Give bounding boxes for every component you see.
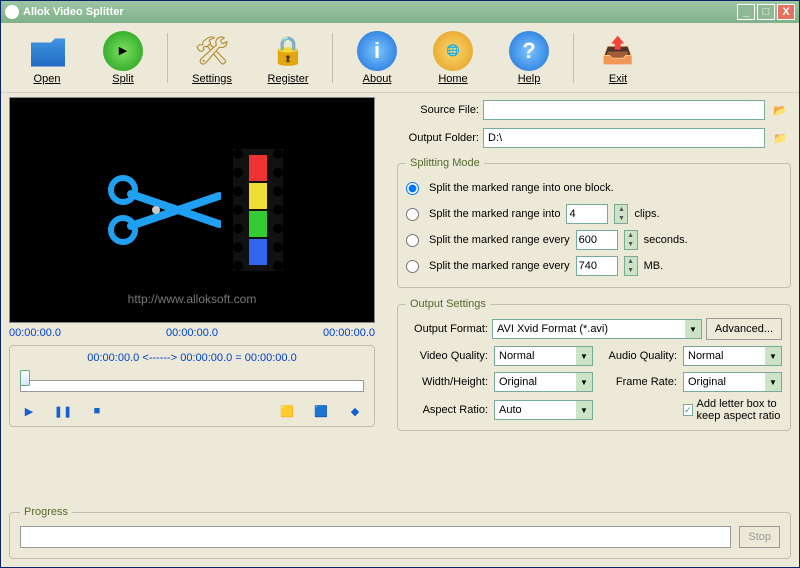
- maximize-button[interactable]: □: [757, 4, 775, 20]
- video-quality-label: Video Quality:: [406, 350, 488, 362]
- letterbox-checkbox[interactable]: ✓: [683, 404, 693, 416]
- window-title: Allok Video Splitter: [23, 6, 124, 18]
- width-height-select[interactable]: Original▼: [494, 372, 593, 392]
- progress-legend: Progress: [20, 506, 72, 518]
- seconds-spinner[interactable]: ▲▼: [624, 230, 638, 250]
- advanced-button[interactable]: Advanced...: [706, 318, 782, 340]
- mark-end-button[interactable]: 🟦: [312, 402, 330, 420]
- app-icon: ✦: [5, 5, 19, 19]
- register-button[interactable]: 🔒 Register: [250, 31, 326, 85]
- chevron-down-icon: ▼: [576, 401, 592, 419]
- output-settings-legend: Output Settings: [406, 298, 490, 310]
- info-icon: i: [357, 31, 397, 71]
- video-preview: http://www.alloksoft.com: [9, 97, 375, 323]
- chevron-down-icon: ▼: [576, 347, 592, 365]
- titlebar: ✦ Allok Video Splitter _ □ X: [1, 1, 799, 23]
- open-button[interactable]: Open: [9, 31, 85, 85]
- range-text: 00:00:00.0 <------> 00:00:00.0 = 00:00:0…: [20, 352, 364, 364]
- audio-quality-label: Audio Quality:: [599, 350, 677, 362]
- splitting-mode-group: Splitting Mode Split the marked range in…: [397, 157, 791, 288]
- goto-button[interactable]: ◆: [346, 402, 364, 420]
- splitting-legend: Splitting Mode: [406, 157, 484, 169]
- stop-progress-button[interactable]: Stop: [739, 526, 780, 548]
- output-settings-group: Output Settings Output Format: AVI Xvid …: [397, 298, 791, 431]
- output-folder-input[interactable]: [483, 128, 765, 148]
- chevron-down-icon: ▼: [576, 373, 592, 391]
- progress-group: Progress Stop: [9, 506, 791, 559]
- film-strip-icon: [233, 149, 283, 271]
- slider-thumb[interactable]: [20, 370, 30, 386]
- time-start: 00:00:00.0: [9, 327, 61, 339]
- frame-rate-select[interactable]: Original▼: [683, 372, 782, 392]
- close-button[interactable]: X: [777, 4, 795, 20]
- mb-spinner[interactable]: ▲▼: [624, 256, 638, 276]
- mark-start-button[interactable]: 🟨: [278, 402, 296, 420]
- letterbox-label: Add letter box to keep aspect ratio: [697, 398, 782, 422]
- left-panel: http://www.alloksoft.com 00:00:00.0 00:0…: [9, 97, 389, 502]
- help-icon: ?: [509, 31, 549, 71]
- seconds-input[interactable]: [576, 230, 618, 250]
- source-file-input[interactable]: [483, 100, 765, 120]
- split-seconds-radio[interactable]: [406, 234, 419, 247]
- globe-icon: 🌐: [433, 31, 473, 71]
- progress-bar: [20, 526, 731, 548]
- video-quality-select[interactable]: Normal▼: [494, 346, 593, 366]
- split-one-block-radio[interactable]: [406, 182, 419, 195]
- about-button[interactable]: i About: [339, 31, 415, 85]
- chevron-down-icon: ▼: [685, 320, 701, 338]
- split-mb-radio[interactable]: [406, 260, 419, 273]
- browse-output-button[interactable]: 📁: [769, 128, 791, 148]
- output-format-label: Output Format:: [406, 323, 488, 335]
- scissors-icon: [101, 160, 221, 260]
- play-button[interactable]: ▶: [20, 402, 38, 420]
- minimize-button[interactable]: _: [737, 4, 755, 20]
- stop-button[interactable]: ■: [88, 402, 106, 420]
- pause-button[interactable]: ❚❚: [54, 402, 72, 420]
- clips-count-input[interactable]: [566, 204, 608, 224]
- watermark-text: http://www.alloksoft.com: [128, 292, 257, 306]
- toolbar: Open ▶ Split 🛠 Settings 🔒 Register i Abo…: [1, 23, 799, 93]
- tools-icon: 🛠: [192, 31, 232, 71]
- split-one-block-label: Split the marked range into one block.: [429, 182, 614, 194]
- range-slider[interactable]: [20, 370, 364, 394]
- exit-icon: 📤: [598, 31, 638, 71]
- browse-source-button[interactable]: 📂: [769, 100, 791, 120]
- aspect-ratio-select[interactable]: Auto▼: [494, 400, 593, 420]
- chevron-down-icon: ▼: [765, 347, 781, 365]
- settings-button[interactable]: 🛠 Settings: [174, 31, 250, 85]
- source-file-label: Source File:: [397, 104, 479, 116]
- split-button[interactable]: ▶ Split: [85, 31, 161, 85]
- lock-icon: 🔒: [268, 31, 308, 71]
- app-window: ✦ Allok Video Splitter _ □ X Open ▶ Spli…: [0, 0, 800, 568]
- play-split-icon: ▶: [103, 31, 143, 71]
- chevron-down-icon: ▼: [765, 373, 781, 391]
- width-height-label: Width/Height:: [406, 376, 488, 388]
- home-button[interactable]: 🌐 Home: [415, 31, 491, 85]
- split-clips-radio[interactable]: [406, 208, 419, 221]
- time-mid: 00:00:00.0: [166, 327, 218, 339]
- exit-button[interactable]: 📤 Exit: [580, 31, 656, 85]
- audio-quality-select[interactable]: Normal▼: [683, 346, 782, 366]
- clips-spinner[interactable]: ▲▼: [614, 204, 628, 224]
- folder-open-icon: [27, 31, 67, 71]
- mb-input[interactable]: [576, 256, 618, 276]
- right-panel: Source File: 📂 Output Folder: 📁 Splittin…: [397, 97, 791, 502]
- time-labels: 00:00:00.0 00:00:00.0 00:00:00.0: [9, 327, 375, 339]
- aspect-ratio-label: Aspect Ratio:: [406, 404, 488, 416]
- range-slider-box: 00:00:00.0 <------> 00:00:00.0 = 00:00:0…: [9, 345, 375, 427]
- time-end: 00:00:00.0: [323, 327, 375, 339]
- output-folder-label: Output Folder:: [397, 132, 479, 144]
- output-format-select[interactable]: AVI Xvid Format (*.avi)▼: [492, 319, 702, 339]
- help-button[interactable]: ? Help: [491, 31, 567, 85]
- frame-rate-label: Frame Rate:: [599, 376, 677, 388]
